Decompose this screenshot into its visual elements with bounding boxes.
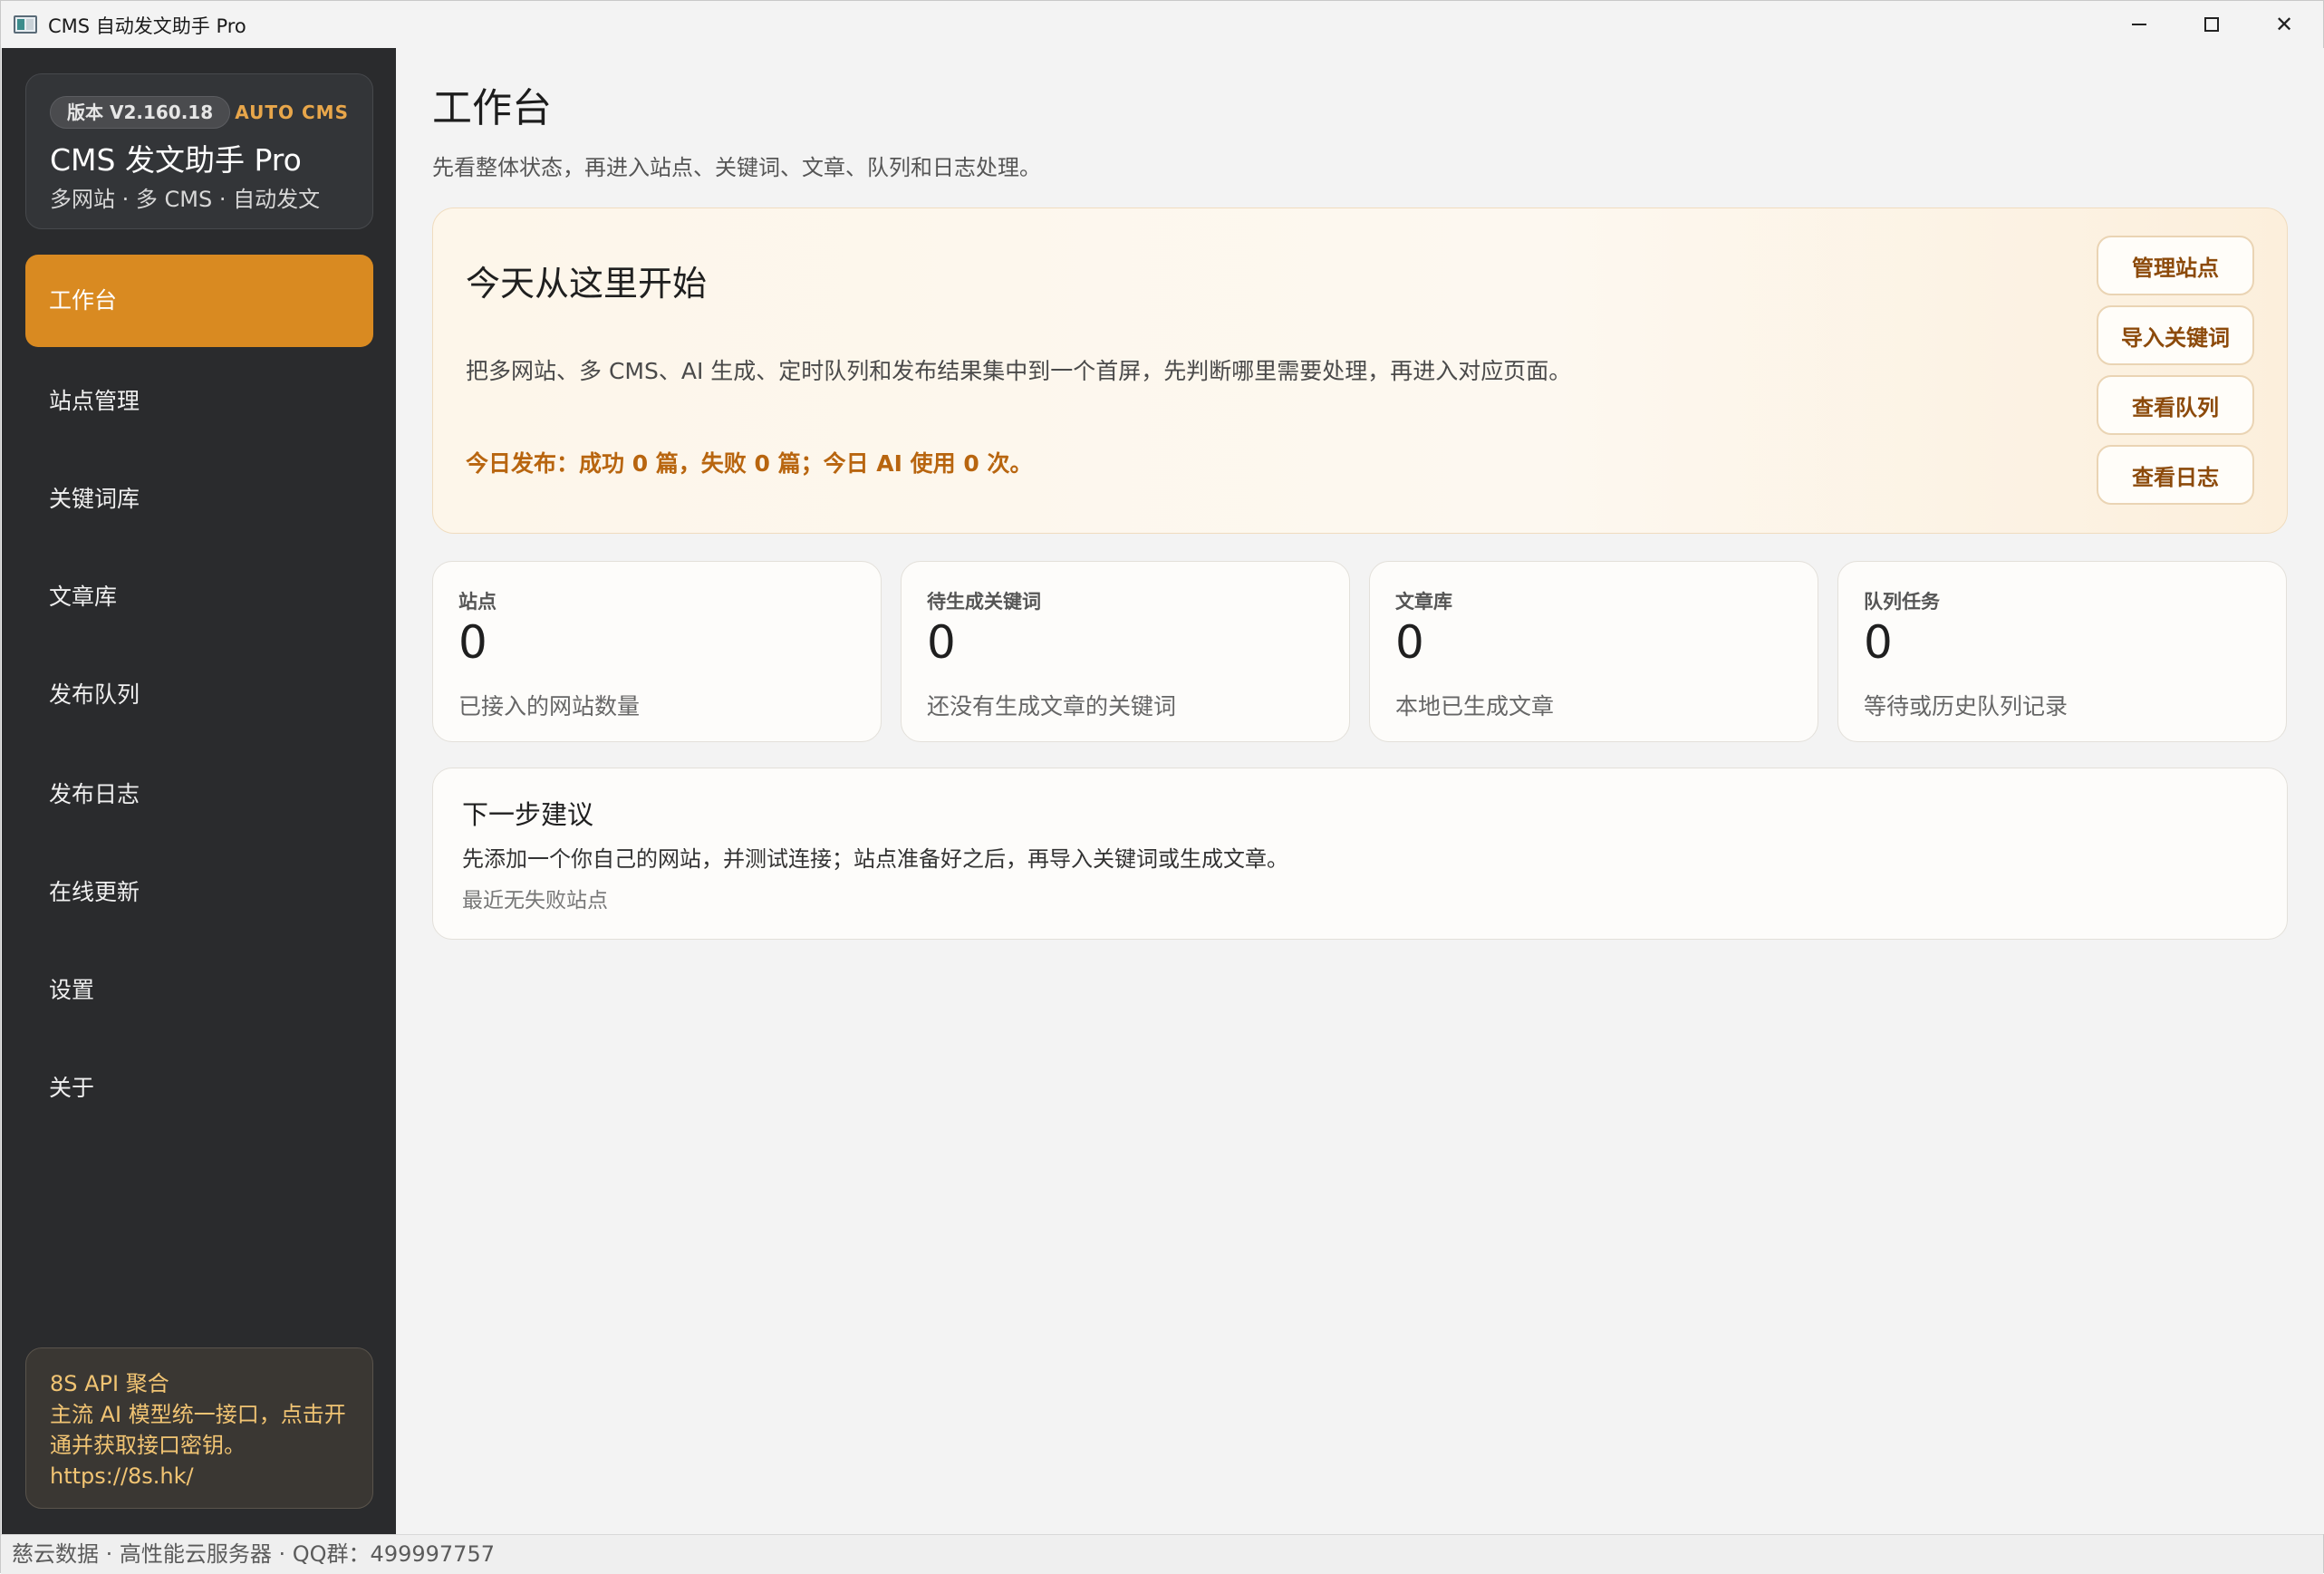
minimize-icon <box>2132 24 2146 25</box>
window-title: CMS 自动发文助手 Pro <box>48 15 246 37</box>
stat-label: 队列任务 <box>1864 591 1940 613</box>
sidebar-item-logs[interactable]: 发布日志 <box>25 749 373 840</box>
next-steps-title: 下一步建议 <box>462 799 594 830</box>
brand-subtitle: 多网站 · 多 CMS · 自动发文 <box>50 187 321 212</box>
next-steps-text: 先添加一个你自己的网站，并测试连接；站点准备好之后，再导入关键词或生成文章。 <box>462 846 1288 872</box>
sidebar-item-sites[interactable]: 站点管理 <box>25 356 373 447</box>
promo-title: 8S API 聚合 <box>50 1371 169 1396</box>
stat-value: 0 <box>458 616 487 669</box>
brand-card: 版本 V2.160.18 AUTO CMS CMS 发文助手 Pro 多网站 ·… <box>25 73 373 229</box>
promo-text: 主流 AI 模型统一接口，点击开通并获取接口密钥。 <box>50 1402 346 1458</box>
stat-description: 本地已生成文章 <box>1395 693 1555 719</box>
stat-value: 0 <box>927 616 956 669</box>
sidebar-item-about[interactable]: 关于 <box>25 1043 373 1134</box>
hero-card: 今天从这里开始 把多网站、多 CMS、AI 生成、定时队列和发布结果集中到一个首… <box>432 208 2288 534</box>
status-bar: 慈云数据 · 高性能云服务器 · QQ群：499997757 <box>1 1534 2323 1574</box>
view-logs-button[interactable]: 查看日志 <box>2097 445 2254 505</box>
main-content: 工作台 先看整体状态，再进入站点、关键词、文章、队列和日志处理。 今天从这里开始… <box>396 48 2324 1534</box>
promo-card[interactable]: 8S API 聚合 主流 AI 模型统一接口，点击开通并获取接口密钥。 http… <box>25 1347 373 1509</box>
hero-description: 把多网站、多 CMS、AI 生成、定时队列和发布结果集中到一个首屏，先判断哪里需… <box>466 358 1572 384</box>
stat-label: 文章库 <box>1395 591 1452 613</box>
sidebar: 版本 V2.160.18 AUTO CMS CMS 发文助手 Pro 多网站 ·… <box>2 48 396 1534</box>
stat-card-articles: 文章库 0 本地已生成文章 <box>1369 561 1818 742</box>
sidebar-item-dashboard[interactable]: 工作台 <box>25 255 373 347</box>
today-stats: 今日发布：成功 0 篇，失败 0 篇；今日 AI 使用 0 次。 <box>466 450 1033 477</box>
brand-tag: AUTO CMS <box>235 101 349 123</box>
stat-card-pending-keywords: 待生成关键词 0 还没有生成文章的关键词 <box>901 561 1350 742</box>
hero-title: 今天从这里开始 <box>466 264 708 304</box>
version-badge: 版本 V2.160.18 <box>50 96 231 129</box>
stat-card-queue-tasks: 队列任务 0 等待或历史队列记录 <box>1837 561 2287 742</box>
minimize-button[interactable] <box>2103 1 2175 48</box>
close-icon: ✕ <box>2274 12 2294 37</box>
stat-value: 0 <box>1864 616 1893 669</box>
app-window: CMS 自动发文助手 Pro ✕ 版本 V2.160.18 AUTO CMS C… <box>0 0 2324 1574</box>
manage-sites-button[interactable]: 管理站点 <box>2097 236 2254 295</box>
stat-description: 已接入的网站数量 <box>458 693 641 719</box>
title-bar: CMS 自动发文助手 Pro ✕ <box>1 1 2323 48</box>
maximize-button[interactable] <box>2175 1 2248 48</box>
close-button[interactable]: ✕ <box>2248 1 2320 48</box>
stat-label: 站点 <box>458 591 497 613</box>
sidebar-item-update[interactable]: 在线更新 <box>25 847 373 938</box>
view-queue-button[interactable]: 查看队列 <box>2097 375 2254 435</box>
failed-sites-note: 最近无失败站点 <box>462 889 608 913</box>
brand-name: CMS 发文助手 Pro <box>50 142 302 178</box>
sidebar-item-queue[interactable]: 发布队列 <box>25 650 373 740</box>
page-description: 先看整体状态，再进入站点、关键词、文章、队列和日志处理。 <box>432 155 1041 180</box>
stat-description: 等待或历史队列记录 <box>1864 693 2068 719</box>
stat-label: 待生成关键词 <box>927 591 1041 613</box>
sidebar-item-articles[interactable]: 文章库 <box>25 552 373 642</box>
page-title: 工作台 <box>432 85 552 131</box>
promo-link[interactable]: https://8s.hk/ <box>50 1461 349 1492</box>
import-keywords-button[interactable]: 导入关键词 <box>2097 305 2254 365</box>
next-steps-card: 下一步建议 先添加一个你自己的网站，并测试连接；站点准备好之后，再导入关键词或生… <box>432 768 2288 940</box>
stat-description: 还没有生成文章的关键词 <box>927 693 1177 719</box>
sidebar-item-settings[interactable]: 设置 <box>25 945 373 1036</box>
maximize-icon <box>2204 17 2219 32</box>
stat-value: 0 <box>1395 616 1424 669</box>
sidebar-item-keywords[interactable]: 关键词库 <box>25 454 373 545</box>
app-icon <box>14 15 37 34</box>
stat-card-sites: 站点 0 已接入的网站数量 <box>432 561 882 742</box>
